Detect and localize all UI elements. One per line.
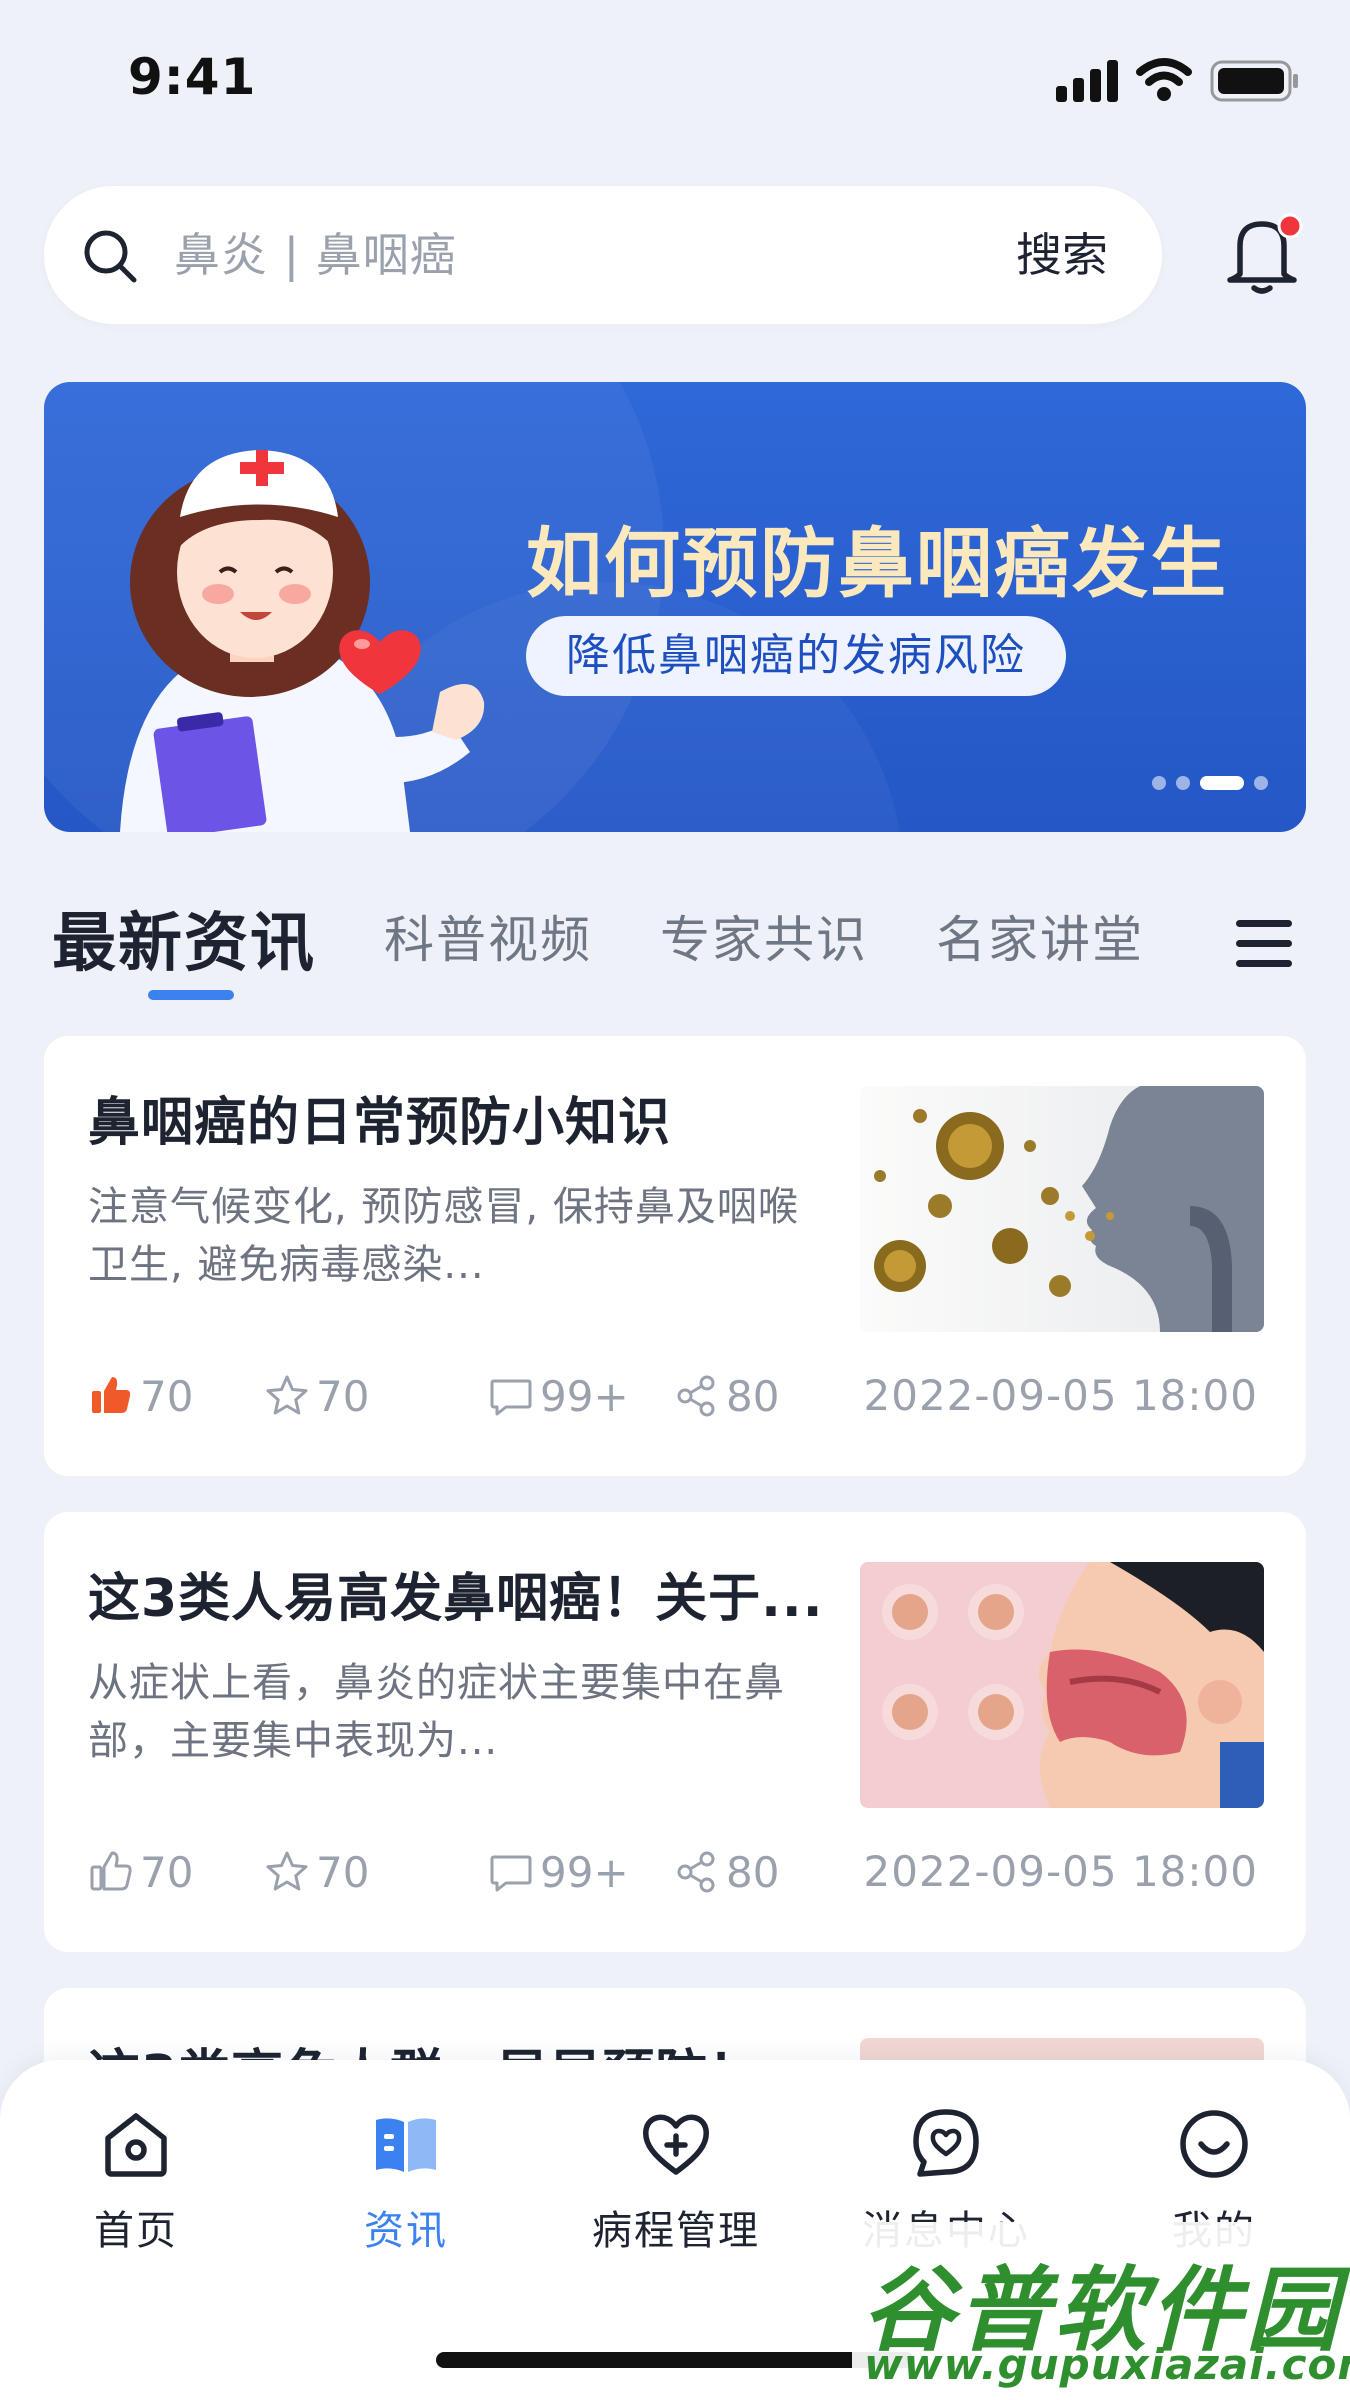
star-icon	[266, 1375, 308, 1415]
share-count: 80	[726, 1847, 780, 1897]
news-book-icon	[376, 2118, 436, 2172]
pagination-dot-active	[1200, 776, 1244, 790]
nav-label: 首页	[94, 2208, 178, 2254]
search-bar[interactable]: 鼻炎 | 鼻咽癌 搜索	[44, 186, 1162, 324]
comment-bubble-icon	[490, 1855, 532, 1892]
comment-bubble-icon	[490, 1379, 532, 1416]
article-thumbnail-image	[860, 1562, 1264, 1808]
comment-count: 99+	[540, 1847, 629, 1897]
nurse-illustration	[120, 450, 485, 832]
like-button[interactable]: 70	[88, 1366, 193, 1426]
thumbs-up-filled-icon	[92, 1377, 131, 1413]
article-title: 这3类人易高发鼻咽癌！关于...	[88, 1569, 824, 1629]
article-title: 鼻咽癌的日常预防小知识	[88, 1093, 672, 1153]
nav-label: 资讯	[364, 2208, 448, 2254]
article-thumbnail-image	[860, 1086, 1264, 1332]
watermark: 谷普软件园 www.gupuxiazai.com	[852, 2222, 1350, 2400]
comment-button[interactable]: 99+	[488, 1842, 629, 1902]
banner-subtitle: 降低鼻咽癌的发病风险	[526, 616, 1066, 696]
like-count: 70	[140, 1371, 194, 1421]
wifi-icon	[1136, 58, 1192, 101]
article-summary: 注意气候变化, 预防感冒, 保持鼻及咽喉卫生, 避免病毒感染...	[88, 1184, 799, 1288]
share-icon	[677, 1851, 715, 1893]
share-icon	[677, 1375, 715, 1417]
battery-icon	[1210, 60, 1298, 102]
search-icon	[84, 230, 137, 283]
watermark-url: www.gupuxiazai.com	[864, 2340, 1350, 2389]
article-meta: 70 70 99+ 80 2022-09-05 18:00	[88, 1842, 1268, 1902]
article-meta: 70 70 99+ 80 2022-09-05 18:00	[88, 1366, 1268, 1426]
comment-button[interactable]: 99+	[488, 1366, 629, 1426]
article-summary: 从症状上看，鼻炎的症状主要集中在鼻部，主要集中表现为...	[88, 1660, 785, 1764]
category-tabs: 最新资讯 科普视频 专家共识 名家讲堂	[0, 900, 1350, 1010]
article-card[interactable]: 这3类人易高发鼻咽癌！关于... 从症状上看，鼻炎的症状主要集中在鼻部，主要集中…	[44, 1512, 1306, 1952]
notification-bell-icon[interactable]	[1220, 208, 1304, 298]
share-button[interactable]: 80	[674, 1842, 779, 1902]
like-button[interactable]: 70	[88, 1842, 193, 1902]
home-icon	[105, 2113, 167, 2177]
pagination-dot	[1254, 776, 1268, 790]
favorite-button[interactable]: 70	[264, 1366, 369, 1426]
nav-label: 病程管理	[592, 2208, 760, 2254]
pagination-dot	[1152, 776, 1166, 790]
status-bar: 9:41	[0, 0, 1350, 150]
favorite-count: 70	[316, 1371, 370, 1421]
heart-plus-icon	[643, 2114, 709, 2175]
tab-famous-lectures[interactable]: 名家讲堂	[936, 900, 1144, 972]
menu-icon[interactable]	[1234, 918, 1294, 970]
nav-item-home[interactable]: 首页	[36, 2104, 236, 2256]
banner-title: 如何预防鼻咽癌发生	[526, 519, 1228, 608]
thumbs-up-icon	[90, 1851, 132, 1891]
favorite-button[interactable]: 70	[264, 1842, 369, 1902]
nav-item-disease-management[interactable]: 病程管理	[576, 2104, 776, 2256]
article-card[interactable]: 鼻咽癌的日常预防小知识 注意气候变化, 预防感冒, 保持鼻及咽喉卫生, 避免病毒…	[44, 1036, 1306, 1476]
article-date: 2022-09-05 18:00	[863, 1371, 1258, 1420]
banner-pagination	[1152, 776, 1268, 790]
smile-face-icon	[1180, 2110, 1248, 2178]
share-count: 80	[726, 1371, 780, 1421]
like-count: 70	[140, 1847, 194, 1897]
pagination-dot	[1176, 776, 1190, 790]
share-button[interactable]: 80	[674, 1366, 779, 1426]
promo-banner[interactable]: 如何预防鼻咽癌发生 降低鼻咽癌的发病风险	[44, 382, 1306, 832]
home-indicator	[436, 2352, 914, 2368]
favorite-count: 70	[316, 1847, 370, 1897]
tab-science-videos[interactable]: 科普视频	[384, 900, 592, 972]
article-date: 2022-09-05 18:00	[863, 1847, 1258, 1896]
status-time: 9:41	[128, 48, 257, 106]
tab-expert-consensus[interactable]: 专家共识	[660, 900, 868, 972]
message-heart-icon	[913, 2109, 979, 2177]
cellular-signal-icon	[1056, 60, 1118, 102]
tab-latest-news[interactable]: 最新资讯	[52, 892, 316, 984]
comment-count: 99+	[540, 1371, 629, 1421]
active-tab-indicator	[148, 990, 234, 1000]
search-input[interactable]: 鼻炎 | 鼻咽癌	[174, 186, 457, 324]
star-icon	[266, 1851, 308, 1891]
search-button[interactable]: 搜索	[1016, 186, 1108, 324]
nav-item-news[interactable]: 资讯	[306, 2104, 506, 2256]
